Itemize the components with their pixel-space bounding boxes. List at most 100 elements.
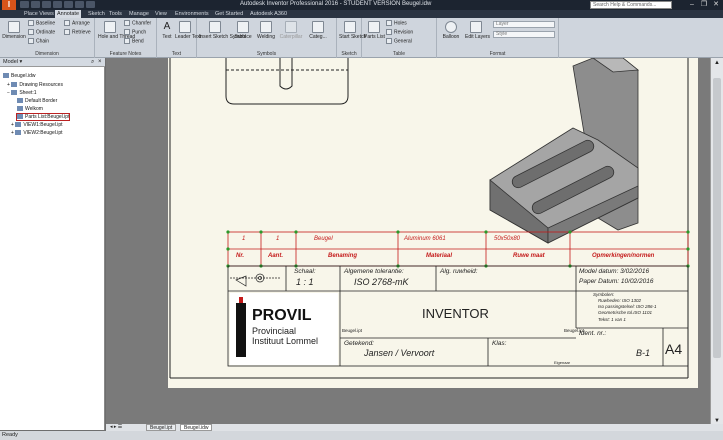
border-icon [17, 98, 23, 104]
undo-icon[interactable] [53, 1, 62, 8]
tree-item[interactable]: + VIEW1:Beugel.ipt [11, 122, 63, 128]
leader-text-button[interactable]: Leader Text [175, 21, 201, 40]
dimension-group-label: Dimension [35, 51, 59, 57]
symbols-group-label: Symbols [256, 51, 277, 57]
baseline-button[interactable]: Baseline [28, 20, 55, 26]
scroll-up-icon[interactable]: ▲ [713, 60, 721, 68]
browser-search-icon[interactable]: ⌕ [91, 59, 94, 66]
hole-thread-button[interactable]: Hole and Thread [98, 21, 135, 40]
tab-get-started[interactable]: Get Started [213, 10, 245, 18]
text-group-label: Text [171, 51, 182, 57]
tree-item[interactable]: + VIEW2:Beugel.ipt [11, 130, 63, 136]
sketch-group-label: Sketch [341, 51, 357, 57]
general-button[interactable]: General [386, 38, 412, 44]
inventor-logo-icon[interactable]: I [2, 0, 16, 10]
tree-item[interactable]: Parts List:Beugel.ipt [15, 113, 71, 121]
tree-item[interactable]: + Drawing Resources [7, 82, 63, 88]
sketch-symbol-button[interactable]: Insert Sketch Symbol [199, 21, 246, 40]
header-material: Materiaal [426, 253, 453, 259]
tab-annotate[interactable]: Annotate [55, 10, 82, 18]
retrieve-button[interactable]: Retrieve [64, 29, 91, 35]
tree-item-label: Drawing Resources [19, 82, 63, 88]
tab-view[interactable]: View [153, 10, 169, 18]
title-block-icon [17, 106, 23, 112]
parts-list-button[interactable]: Parts List [364, 21, 385, 40]
dimension-button[interactable]: Dimension [2, 21, 26, 40]
save-icon[interactable] [42, 1, 51, 8]
holes-label: Holes [394, 20, 407, 27]
browser-title[interactable]: Model ▾ [3, 59, 22, 65]
style-combo[interactable]: Style [493, 31, 555, 38]
arrange-icon [64, 20, 70, 26]
model-date: Model datum: 3/02/2016 [579, 268, 650, 275]
tab-nav-icon[interactable]: ◂ ▸ ☰ [110, 424, 122, 431]
start-sketch-button[interactable]: Start Sketch [339, 21, 366, 40]
vertical-scrollbar[interactable]: ▲ ▼ [710, 58, 723, 430]
symbols-line: Iso passingstelsel: ISO 286-1 [598, 304, 657, 309]
caterpillar-button[interactable]: Caterpillar [279, 21, 303, 40]
isometric-view [489, 58, 640, 244]
parts-list-icon [17, 114, 23, 120]
edit-layers-label: Edit Layers [465, 34, 491, 40]
arrange-button[interactable]: Arrange [64, 20, 90, 26]
folder-icon [11, 82, 18, 88]
tree-item-label: Sheet:1 [19, 90, 37, 96]
logo-subtitle-2: Instituut Lommel [252, 336, 319, 346]
welding-label: Welding [257, 34, 275, 40]
tab-environments[interactable]: Environments [173, 10, 211, 18]
dimension-icon [8, 21, 20, 33]
header-remarks: Opmerkingen/normen [592, 253, 655, 259]
browser-close-icon[interactable]: × [98, 59, 102, 65]
edit-layers-button[interactable]: Edit Layers [465, 21, 491, 40]
drawing-canvas[interactable]: 1 1 Beugel Aluminum 6061 50x50x80 Nr. Aa… [106, 58, 710, 430]
redo-icon[interactable] [64, 1, 73, 8]
header-size: Ruwe maat [513, 253, 545, 259]
layer-combo[interactable]: Layer [493, 21, 555, 28]
doc-tab-beugel-idw[interactable]: Beugel.idw [180, 424, 213, 431]
format-group: Balloon Edit Layers Layer Style Format [437, 18, 559, 58]
restore-icon[interactable]: ❐ [698, 0, 710, 10]
tab-tools[interactable]: Tools [107, 10, 124, 18]
print-icon[interactable] [75, 1, 84, 8]
revision-button[interactable]: Revision [386, 29, 413, 35]
tab-manage[interactable]: Manage [127, 10, 151, 18]
parts-qty-cell: 1 [276, 236, 280, 242]
tab-sketch[interactable]: Sketch [86, 10, 107, 18]
tab-place-views[interactable]: Place Views [22, 10, 56, 18]
parts-name-cell: Beugel [314, 236, 333, 242]
categ-button[interactable]: Categ... [305, 21, 331, 40]
minimize-icon[interactable]: – [686, 0, 698, 10]
balloon-button[interactable]: Balloon [441, 21, 461, 40]
welding-button[interactable]: Welding [255, 21, 277, 40]
roughness-label: Alg. ruwheid: [440, 268, 478, 275]
chamfer-button[interactable]: Chamfer [124, 20, 151, 26]
revision-label: Revision [394, 29, 414, 36]
tree-item[interactable]: − Sheet:1 [7, 90, 37, 96]
update-icon[interactable] [86, 1, 95, 8]
ordinate-button[interactable]: Ordinate [28, 29, 55, 35]
tree-item[interactable]: Welkom [17, 106, 43, 112]
holes-button[interactable]: Holes [386, 20, 407, 26]
scroll-thumb[interactable] [713, 78, 721, 358]
surface-button[interactable]: Surface [233, 21, 253, 40]
parts-material-cell: Aluminum 6061 [404, 236, 446, 242]
text-group: A Text Leader Text Text [157, 18, 201, 58]
open-icon[interactable] [31, 1, 40, 8]
parts-list-label: Parts List [364, 34, 385, 40]
chain-button[interactable]: Chain [28, 38, 49, 44]
drawing-sheet: 1 1 Beugel Aluminum 6061 50x50x80 Nr. Aa… [168, 58, 698, 388]
close-icon[interactable]: ✕ [710, 0, 722, 10]
general-label: General [394, 38, 412, 45]
punch-button[interactable]: Punch [124, 29, 146, 35]
doc-tab-beugel-ipt[interactable]: Beugel.ipt [146, 424, 177, 431]
search-input[interactable]: Search Help & Commands... [590, 1, 672, 9]
tab-autodesk-a360[interactable]: Autodesk A360 [248, 10, 289, 18]
new-icon[interactable] [20, 1, 29, 8]
punch-icon [124, 29, 130, 35]
scale-label: Schaal: [294, 268, 316, 275]
drawn-by-value: Jansen / Vervoort [364, 348, 435, 358]
text-button[interactable]: A Text [159, 21, 175, 40]
tree-item[interactable]: Default Border [17, 98, 57, 104]
tree-item[interactable]: Beugel.idw [3, 73, 35, 79]
bend-button[interactable]: Bend [124, 38, 144, 44]
